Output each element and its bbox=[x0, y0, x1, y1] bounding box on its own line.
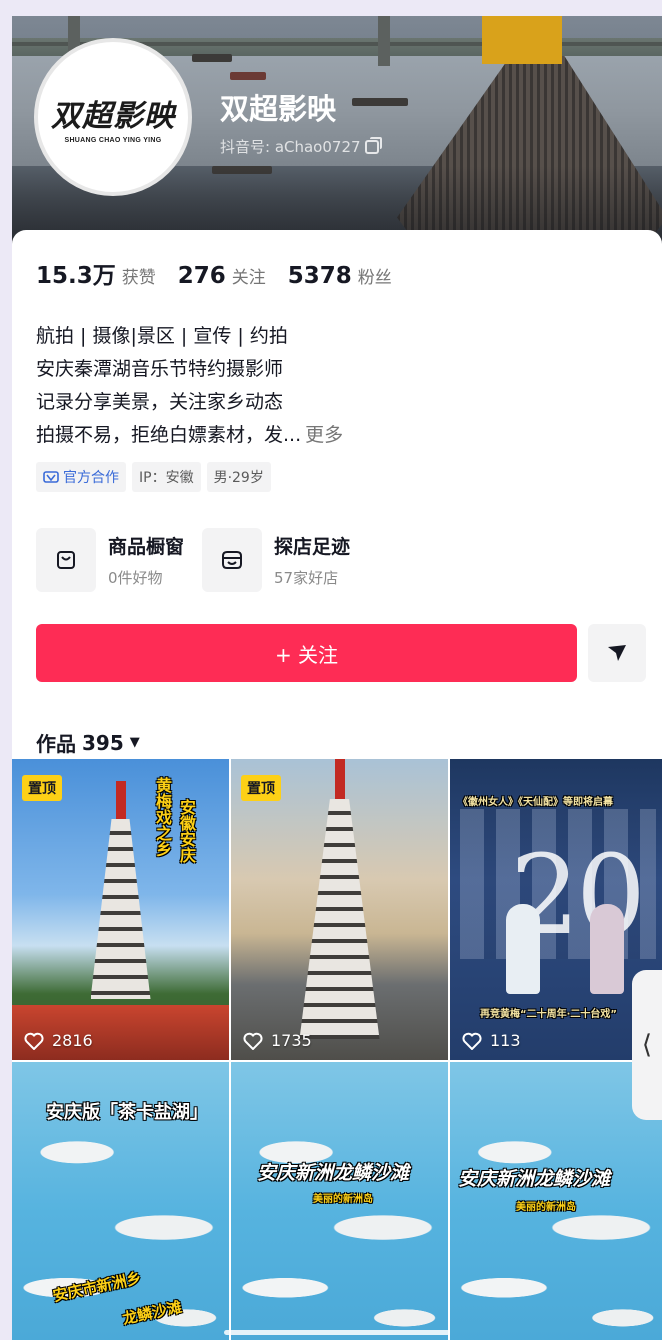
tag-official[interactable]: 官方合作 bbox=[36, 462, 126, 492]
works-label: 作品 bbox=[36, 732, 76, 756]
video-caption: 安徽安庆 bbox=[177, 799, 196, 863]
chevron-down-icon: ▼ bbox=[129, 735, 140, 750]
side-drawer-tab[interactable]: ⟨ bbox=[632, 970, 662, 1120]
video-caption: 再竞黄梅“二十周年·二十台戏” bbox=[480, 1009, 617, 1020]
video-caption: 美丽的新洲岛 bbox=[516, 1202, 576, 1213]
tag-ip-label: IP：安徽 bbox=[139, 470, 194, 486]
service-sub: 0件好物 bbox=[108, 569, 163, 587]
bio-line: 航拍 | 摄像|景区 | 宣传 | 约拍 bbox=[36, 325, 288, 347]
fans-label: 粉丝 bbox=[357, 268, 392, 288]
performer-figure bbox=[590, 904, 624, 994]
video-tile[interactable]: 安庆版「茶卡盐湖」 安庆市新洲乡 龙鳞沙滩 bbox=[12, 1062, 229, 1340]
video-tile[interactable]: 安庆新洲龙鳞沙滩 美丽的新洲岛 bbox=[231, 1062, 448, 1340]
video-likes: 2816 bbox=[24, 1031, 93, 1050]
banner-ship bbox=[230, 72, 266, 80]
bio-line: 记录分享美景，关注家乡动态 bbox=[36, 391, 284, 413]
following-count: 276 bbox=[177, 263, 226, 289]
tag-gender-age-label: 男·29岁 bbox=[213, 470, 264, 486]
service-sub: 57家好店 bbox=[274, 569, 339, 587]
service-shop-window[interactable]: 商品橱窗 0件好物 bbox=[36, 528, 184, 592]
pagoda-image bbox=[299, 799, 380, 1039]
banner-pagoda-top bbox=[482, 16, 562, 64]
works-tab[interactable]: 作品 395 ▼ bbox=[36, 728, 140, 757]
stat-likes[interactable]: 15.3万 获赞 bbox=[36, 256, 156, 290]
profile-stats: 15.3万 获赞 276 关注 5378 粉丝 bbox=[36, 256, 414, 290]
pagoda-spire bbox=[334, 759, 345, 805]
shop-window-icon bbox=[36, 528, 96, 592]
home-indicator bbox=[224, 1330, 450, 1335]
copy-icon[interactable] bbox=[364, 136, 382, 154]
services: 商品橱窗 0件好物 探店足迹 57家好店 bbox=[36, 528, 350, 592]
video-tile[interactable]: 置顶 黄梅戏之乡 安徽安庆 2816 bbox=[12, 759, 229, 1060]
fans-count: 5378 bbox=[287, 263, 352, 289]
banner-ship bbox=[192, 54, 232, 62]
tag-gender-age: 男·29岁 bbox=[206, 462, 271, 492]
video-grid: 置顶 黄梅戏之乡 安徽安庆 2816 置顶 1735 20 《徽州女人》《天仙配… bbox=[12, 759, 662, 1340]
likes-count: 15.3万 bbox=[36, 263, 116, 289]
heart-icon bbox=[243, 1032, 263, 1050]
video-likes-count: 113 bbox=[490, 1031, 521, 1050]
performer-figure bbox=[506, 904, 540, 994]
video-tile[interactable]: 安庆新洲龙鳞沙滩 美丽的新洲岛 bbox=[450, 1062, 662, 1340]
video-caption: 龙鳞沙滩 bbox=[120, 1297, 184, 1329]
service-title: 探店足迹 bbox=[274, 536, 351, 558]
heart-icon bbox=[24, 1032, 44, 1050]
send-icon bbox=[608, 645, 626, 661]
bio: 航拍 | 摄像|景区 | 宣传 | 约拍 安庆秦潭湖音乐节特约摄影师 记录分享美… bbox=[36, 320, 343, 452]
video-caption: 安庆新洲龙鳞沙滩 bbox=[257, 1162, 410, 1184]
video-likes: 113 bbox=[462, 1031, 521, 1050]
avatar[interactable]: 双超影映 SHUANG CHAO YING YING bbox=[34, 38, 192, 196]
store-visit-icon bbox=[202, 528, 263, 592]
avatar-logo: 双超影映 bbox=[51, 98, 175, 134]
tag-official-label: 官方合作 bbox=[63, 470, 119, 486]
profile-card: 15.3万 获赞 276 关注 5378 粉丝 航拍 | 摄像|景区 | 宣传 … bbox=[12, 230, 662, 760]
bio-more-link[interactable]: 更多 bbox=[305, 424, 343, 446]
video-tile[interactable]: 置顶 1735 bbox=[231, 759, 448, 1060]
nickname: 双超影映 bbox=[220, 92, 337, 126]
avatar-logo-sub: SHUANG CHAO YING YING bbox=[64, 136, 162, 144]
bridge-pylon bbox=[378, 16, 390, 66]
tag-ip: IP：安徽 bbox=[132, 462, 201, 492]
official-icon bbox=[43, 471, 59, 483]
bio-line-text: 拍摄不易，拒绝白嫖素材，发... bbox=[36, 424, 302, 446]
service-store-visit[interactable]: 探店足迹 57家好店 bbox=[202, 528, 350, 592]
bio-line: 拍摄不易，拒绝白嫖素材，发... 更多 bbox=[36, 419, 343, 452]
video-caption: 黄梅戏之乡 bbox=[153, 777, 172, 857]
video-caption: 安庆新洲龙鳞沙滩 bbox=[458, 1168, 611, 1190]
profile-screen: 双超影映 SHUANG CHAO YING YING 双超影映 抖音号: aCh… bbox=[12, 16, 662, 1340]
video-likes-count: 2816 bbox=[52, 1031, 93, 1050]
video-likes: 1735 bbox=[243, 1031, 312, 1050]
more-options-button[interactable] bbox=[588, 624, 646, 682]
follow-button[interactable]: + 关注 bbox=[36, 624, 577, 682]
video-caption: 《徽州女人》《天仙配》等即将启幕 bbox=[458, 797, 613, 808]
video-likes-count: 1735 bbox=[271, 1031, 312, 1050]
pinned-badge: 置顶 bbox=[241, 775, 281, 801]
pagoda-spire bbox=[115, 781, 126, 825]
profile-banner: 双超影映 SHUANG CHAO YING YING 双超影映 抖音号: aCh… bbox=[12, 16, 662, 246]
pinned-badge: 置顶 bbox=[22, 775, 62, 801]
heart-icon bbox=[462, 1032, 482, 1050]
pagoda-image bbox=[90, 819, 151, 999]
service-title: 商品橱窗 bbox=[108, 536, 185, 558]
video-tile[interactable]: 20 《徽州女人》《天仙配》等即将启幕 再竞黄梅“二十周年·二十台戏” 113 bbox=[450, 759, 662, 1060]
works-count: 395 bbox=[82, 730, 124, 755]
stat-following[interactable]: 276 关注 bbox=[178, 263, 266, 289]
likes-label: 获赞 bbox=[121, 268, 156, 288]
following-label: 关注 bbox=[231, 268, 266, 288]
bio-line: 安庆秦潭湖音乐节特约摄影师 bbox=[36, 358, 284, 380]
banner-ship bbox=[352, 98, 408, 106]
video-caption: 安庆版「茶卡盐湖」 bbox=[46, 1102, 208, 1123]
profile-tags: 官方合作 IP：安徽 男·29岁 bbox=[36, 462, 271, 492]
video-caption: 安庆市新洲乡 bbox=[51, 1268, 144, 1306]
video-caption: 美丽的新洲岛 bbox=[313, 1194, 373, 1205]
douyin-id[interactable]: 抖音号: aChao0727 bbox=[220, 136, 382, 157]
douyin-id-text: 抖音号: aChao0727 bbox=[220, 138, 361, 156]
stat-fans[interactable]: 5378 粉丝 bbox=[288, 263, 392, 289]
